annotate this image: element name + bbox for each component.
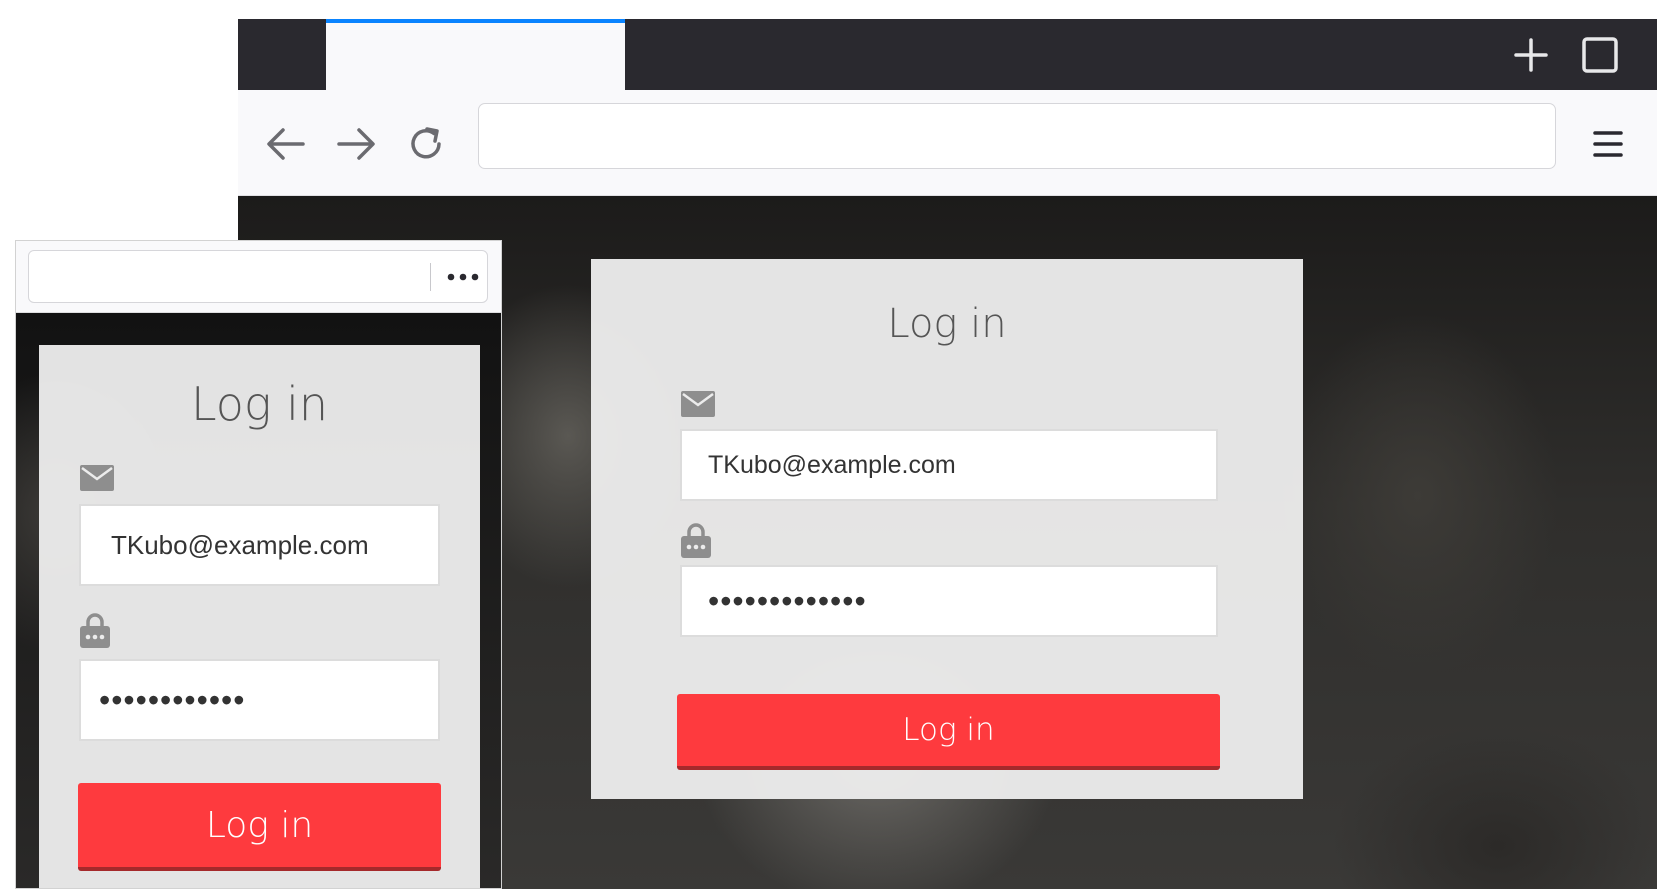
mobile-toolbar (16, 241, 501, 313)
email-field[interactable]: TKubo@example.com (680, 429, 1218, 501)
maximize-button[interactable] (1577, 32, 1623, 78)
plus-icon (1514, 38, 1548, 72)
mobile-login-title: Log in (190, 377, 329, 431)
mobile-browser-window: Log in TKubo@example.com •••••••••••• Lo… (15, 240, 502, 889)
password-field-value: ••••••••••••• (708, 582, 867, 619)
square-icon (1582, 37, 1618, 73)
reload-button[interactable] (404, 122, 448, 166)
mobile-email-field[interactable]: TKubo@example.com (79, 504, 440, 586)
arrow-left-icon (267, 128, 305, 160)
login-button[interactable]: Log in (677, 694, 1220, 770)
envelope-icon (681, 391, 715, 417)
active-tab[interactable] (326, 19, 625, 90)
mobile-password-field[interactable]: •••••••••••• (79, 659, 440, 741)
new-tab-button[interactable] (1508, 32, 1554, 78)
tab-bar (238, 19, 1657, 90)
address-bar[interactable] (478, 103, 1556, 169)
reload-icon (411, 127, 441, 159)
email-field-value: TKubo@example.com (708, 450, 956, 479)
mobile-address-bar[interactable] (28, 250, 488, 303)
address-bar-divider (430, 263, 431, 291)
mobile-email-field-value: TKubo@example.com (111, 529, 369, 560)
navigation-toolbar (238, 90, 1657, 196)
forward-button[interactable] (334, 122, 378, 166)
hamburger-menu-icon (1593, 131, 1623, 157)
arrow-right-icon (337, 128, 375, 160)
lock-icon (80, 613, 110, 648)
login-title: Log in (887, 301, 1007, 347)
more-dots-icon (447, 273, 479, 281)
menu-button[interactable] (1586, 122, 1630, 166)
mobile-login-card: Log in TKubo@example.com •••••••••••• Lo… (39, 345, 480, 888)
password-field[interactable]: ••••••••••••• (680, 565, 1218, 637)
back-button[interactable] (264, 122, 308, 166)
lock-icon (681, 523, 711, 558)
envelope-icon (80, 465, 114, 491)
mobile-login-button[interactable]: Log in (78, 783, 441, 871)
page-actions-button[interactable] (441, 263, 485, 291)
login-card: Log in TKubo@example.com ••••••••••••• L… (591, 259, 1303, 799)
mobile-password-field-value: •••••••••••• (99, 681, 246, 718)
